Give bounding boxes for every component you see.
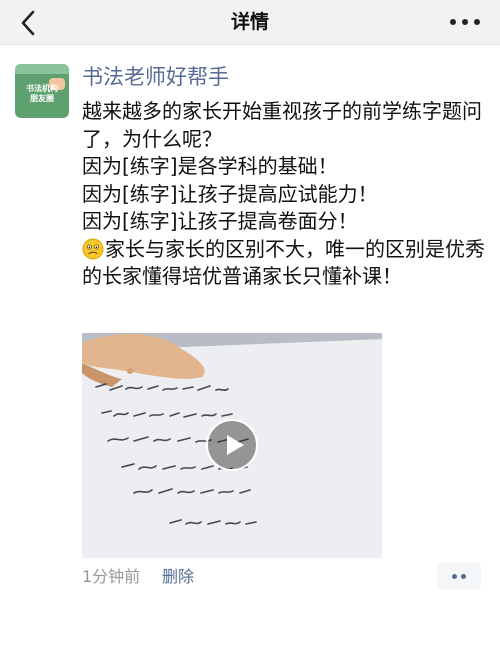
more-dots-icon (450, 19, 480, 25)
author-name[interactable]: 书法老师好帮手 (82, 64, 229, 90)
worried-face-emoji (82, 238, 104, 259)
page-title: 详情 (230, 11, 269, 33)
more-button[interactable] (448, 10, 482, 34)
post-line-1: 越来越多的家长开始重视孩子的前学练字题问了，为什么呢？ (82, 99, 482, 151)
play-button[interactable] (206, 419, 258, 471)
avatar-text: 书法机构 朋友圈 (15, 84, 69, 104)
avatar-line-1: 书法机构 (26, 84, 58, 93)
post-content: 越来越多的家长开始重视孩子的前学练字题问了，为什么呢？ 因为[练字]是各学科的基… (82, 98, 488, 291)
post-line-4: 因为[练字]让孩子提高卷面分！ (82, 209, 358, 233)
post-last-line: 家长与家长的区别不大，唯一的区别是优秀的长家懂得培优普诵家长只懂补课！ (82, 236, 485, 289)
play-icon (227, 435, 244, 455)
avatar-line-2: 朋友圈 (30, 94, 54, 103)
post-timestamp: 1分钟前 (82, 567, 141, 586)
post-line-2: 因为[练字]是各学科的基础！ (82, 154, 338, 178)
delete-link[interactable]: 删除 (162, 566, 194, 588)
post-line-3: 因为[练字]让孩子提高应试能力！ (82, 181, 378, 206)
navbar: 详情 (0, 0, 500, 45)
comment-button[interactable] (437, 563, 481, 589)
video-thumbnail[interactable] (82, 333, 382, 558)
avatar-strip (15, 64, 69, 74)
avatar[interactable]: 书法机构 朋友圈 (15, 64, 69, 118)
post-line-5: 家长与家长的区别不大，唯一的区别是优秀的长家懂得培优普诵家长只懂补课！ (82, 236, 488, 291)
